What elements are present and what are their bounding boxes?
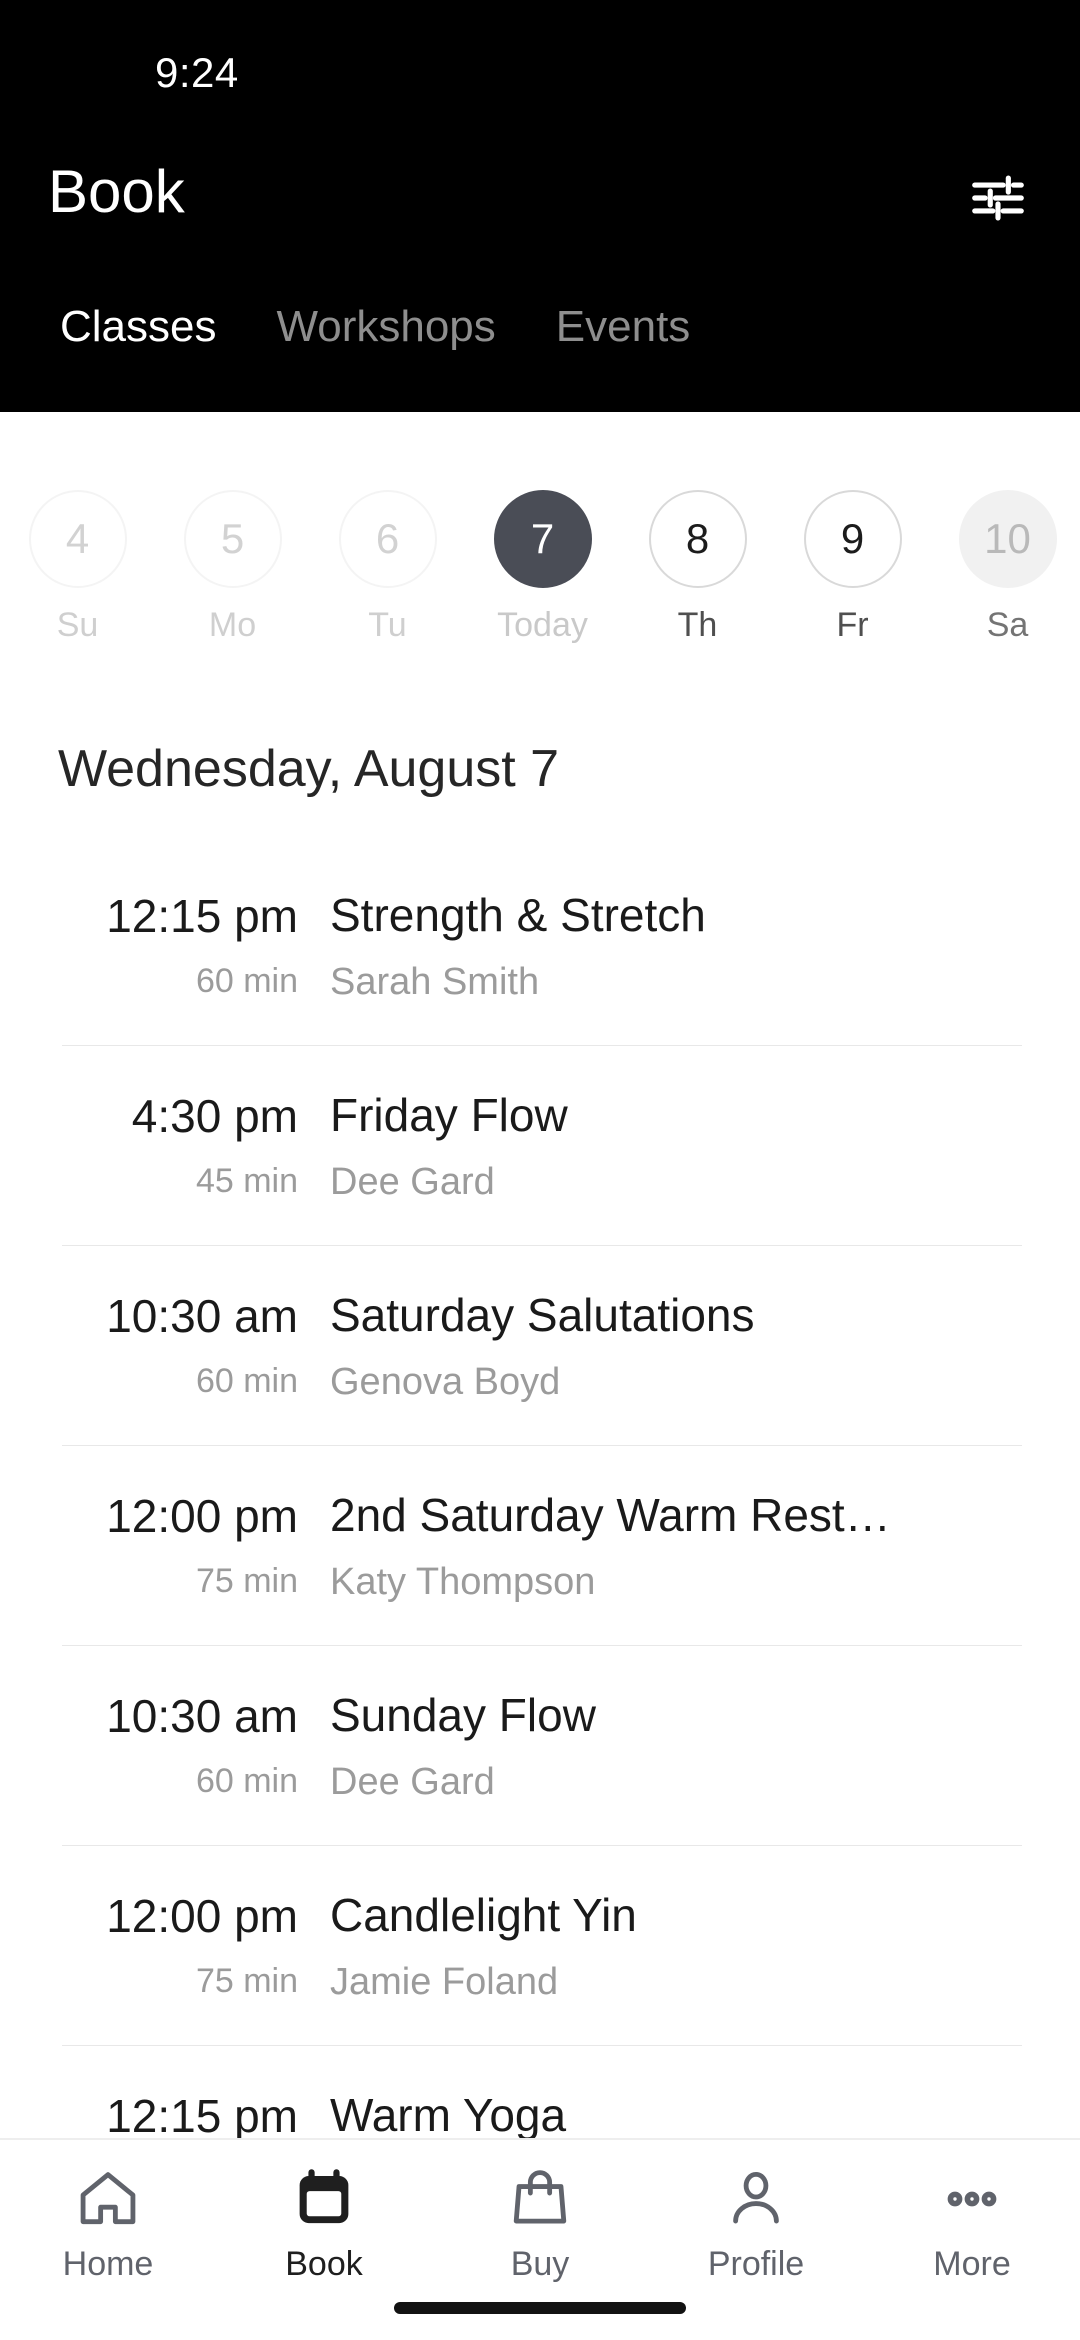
date-number: 7	[493, 490, 592, 588]
class-time-column: 10:30 am 60 min	[0, 1245, 330, 1401]
class-duration: 60 min	[195, 1762, 298, 1800]
date-weekday: Mo	[208, 606, 257, 644]
class-instructor: Sarah Smith	[330, 961, 540, 1003]
filter-button[interactable]	[962, 164, 1034, 236]
nav-label: Home	[62, 2245, 154, 2283]
nav-label: Book	[285, 2245, 363, 2283]
status-bar: 9:24	[0, 0, 1080, 120]
nav-item-book[interactable]: Book	[216, 2162, 432, 2284]
nav-item-buy[interactable]: Buy	[432, 2162, 648, 2284]
nav-label: Buy	[510, 2245, 570, 2283]
nav-item-home[interactable]: Home	[0, 2162, 216, 2284]
nav-label: Profile	[707, 2245, 805, 2283]
class-info-column: Saturday Salutations Genova Boyd	[330, 1245, 1080, 1405]
date-number: 4	[28, 490, 127, 588]
class-start-time: 10:30 am	[106, 1690, 298, 1742]
class-title: 2nd Saturday Warm Rest…	[330, 1489, 891, 1541]
date-number: 9	[803, 490, 902, 588]
status-bar-clock: 9:24	[155, 49, 239, 96]
class-time-column: 4:30 pm 45 min	[0, 1045, 330, 1201]
nav-item-profile[interactable]: Profile	[648, 2162, 864, 2284]
class-title: Friday Flow	[330, 1089, 568, 1141]
class-title: Strength & Stretch	[330, 889, 706, 941]
class-info-column: Sunday Flow Dee Gard	[330, 1645, 1080, 1805]
class-start-time: 4:30 pm	[131, 1090, 298, 1142]
class-start-time: 12:15 pm	[106, 890, 298, 942]
app-header: 9:24 Book Classes Workshops Events	[0, 0, 1080, 412]
date-number: 6	[338, 490, 437, 588]
selected-date-heading: Wednesday, August 7	[58, 740, 560, 798]
date-chip-9[interactable]: 9 Fr	[775, 490, 930, 644]
class-duration: 75 min	[195, 1562, 298, 1600]
date-number: 8	[648, 490, 747, 588]
class-time-column: 12:15 pm 60 min	[0, 845, 330, 1001]
tab-bar: Classes Workshops Events	[0, 296, 1080, 406]
class-duration: 60 min	[195, 962, 298, 1000]
date-selector: 4 Su 5 Mo 6 Tu 7 Today 8 Th 9 Fr 10 Sa	[0, 412, 1080, 662]
class-title: Warm Yoga	[330, 2089, 567, 2140]
class-list-item[interactable]: 10:30 am 60 min Sunday Flow Dee Gard	[0, 1645, 1080, 1845]
class-instructor: Dee Gard	[330, 1761, 495, 1803]
tab-events[interactable]: Events	[526, 296, 721, 354]
class-info-column: Strength & Stretch Sarah Smith	[330, 845, 1080, 1005]
class-time-column: 12:15 pm	[0, 2045, 330, 2140]
class-title: Candlelight Yin	[330, 1889, 637, 1941]
class-start-time: 12:00 pm	[106, 1490, 298, 1542]
class-duration: 75 min	[195, 1962, 298, 2000]
class-time-column: 10:30 am 60 min	[0, 1645, 330, 1801]
date-chip-7-today-selected[interactable]: 7 Today	[465, 490, 620, 644]
class-title: Sunday Flow	[330, 1689, 596, 1741]
class-list-item[interactable]: 12:00 pm 75 min 2nd Saturday Warm Rest… …	[0, 1445, 1080, 1645]
nav-label: More	[933, 2245, 1011, 2283]
class-info-column: 2nd Saturday Warm Rest… Katy Thompson	[330, 1445, 1080, 1605]
date-chip-8[interactable]: 8 Th	[620, 490, 775, 644]
date-chip-4[interactable]: 4 Su	[0, 490, 155, 644]
class-time-column: 12:00 pm 75 min	[0, 1845, 330, 2001]
class-duration: 60 min	[195, 1362, 298, 1400]
class-list-item[interactable]: 4:30 pm 45 min Friday Flow Dee Gard	[0, 1045, 1080, 1245]
calendar-icon	[290, 2162, 358, 2236]
date-number: 10	[958, 490, 1057, 588]
class-title: Saturday Salutations	[330, 1289, 755, 1341]
page-title: Book	[48, 158, 185, 225]
app-bar: Book	[0, 120, 1080, 280]
class-instructor: Jamie Foland	[330, 1961, 559, 2003]
class-list-item[interactable]: 12:15 pm Warm Yoga	[0, 2045, 1080, 2140]
ellipsis-icon	[938, 2162, 1006, 2236]
class-start-time: 12:15 pm	[106, 2090, 298, 2140]
app-screen: 9:24 Book Classes Workshops Events 4 Su …	[0, 0, 1080, 2340]
date-weekday: Sa	[986, 606, 1029, 644]
date-chip-10[interactable]: 10 Sa	[930, 490, 1080, 644]
class-start-time: 12:00 pm	[106, 1890, 298, 1942]
nav-item-more[interactable]: More	[864, 2162, 1080, 2284]
class-time-column: 12:00 pm 75 min	[0, 1445, 330, 1601]
sliders-filter-icon	[967, 167, 1029, 234]
date-chip-5[interactable]: 5 Mo	[155, 490, 310, 644]
class-start-time: 10:30 am	[106, 1290, 298, 1342]
class-info-column: Friday Flow Dee Gard	[330, 1045, 1080, 1205]
class-info-column: Warm Yoga	[330, 2045, 1080, 2140]
class-instructor: Genova Boyd	[330, 1361, 561, 1403]
class-instructor: Dee Gard	[330, 1161, 495, 1203]
class-list-item[interactable]: 12:15 pm 60 min Strength & Stretch Sarah…	[0, 845, 1080, 1045]
date-weekday: Th	[677, 606, 718, 644]
class-info-column: Candlelight Yin Jamie Foland	[330, 1845, 1080, 2005]
date-weekday: Su	[56, 606, 99, 644]
class-list-item[interactable]: 10:30 am 60 min Saturday Salutations Gen…	[0, 1245, 1080, 1445]
date-chip-6[interactable]: 6 Tu	[310, 490, 465, 644]
home-indicator[interactable]	[394, 2302, 686, 2314]
date-weekday: Tu	[368, 606, 407, 644]
class-list-item[interactable]: 12:00 pm 75 min Candlelight Yin Jamie Fo…	[0, 1845, 1080, 2045]
shopping-bag-icon	[506, 2162, 574, 2236]
class-instructor: Katy Thompson	[330, 1561, 596, 1603]
person-icon	[722, 2162, 790, 2236]
date-number: 5	[183, 490, 282, 588]
date-weekday: Fr	[836, 606, 869, 644]
tab-classes[interactable]: Classes	[30, 296, 247, 354]
house-icon	[74, 2162, 142, 2236]
date-weekday: Today	[497, 606, 588, 644]
class-duration: 45 min	[195, 1162, 298, 1200]
tab-workshops[interactable]: Workshops	[247, 296, 526, 354]
class-schedule-list[interactable]: 12:15 pm 60 min Strength & Stretch Sarah…	[0, 845, 1080, 2140]
